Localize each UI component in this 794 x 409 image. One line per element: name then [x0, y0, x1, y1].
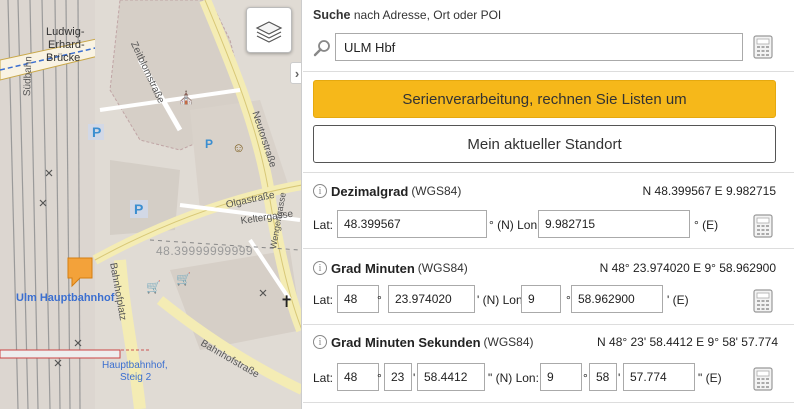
shop-icon: 🛒 — [146, 280, 161, 294]
dms-lon-min-input[interactable] — [589, 363, 617, 391]
map-view[interactable]: Ludwig- Erhard- Brücke Südbahn Zeitbloms… — [0, 0, 302, 409]
dms-lat-min-input[interactable] — [384, 363, 412, 391]
divider — [303, 172, 794, 173]
map-coordinate-readout: 48.39999999999 — [156, 244, 254, 258]
layers-icon — [255, 21, 283, 43]
search-input[interactable] — [335, 33, 743, 61]
layers-button[interactable] — [246, 7, 292, 53]
divider — [303, 324, 794, 325]
dms-lon-sec-input[interactable] — [623, 363, 695, 391]
min-sign: ' — [618, 371, 621, 385]
dm-section-header: i Grad Minuten (WGS84) — [313, 259, 468, 277]
search-title: Suche nach Adresse, Ort oder POI — [313, 8, 501, 22]
map-label-station[interactable]: Ulm Hauptbahnhof — [16, 292, 114, 304]
search-icon — [313, 40, 330, 57]
lat-label: Lat: — [313, 218, 334, 232]
dms-lon-suffix: " (E) — [698, 371, 722, 385]
deg-sign: ° — [583, 371, 588, 385]
divider — [303, 71, 794, 72]
calculator-icon[interactable] — [753, 35, 773, 59]
calculator-icon[interactable] — [753, 214, 773, 238]
decimal-ref: (WGS84) — [411, 184, 462, 198]
dms-title: Grad Minuten Sekunden — [331, 334, 481, 350]
search-title-rest: nach Adresse, Ort oder POI — [350, 8, 502, 22]
dm-lon-min-input[interactable] — [571, 285, 663, 313]
info-icon[interactable]: i — [313, 261, 327, 275]
search-row — [313, 33, 781, 63]
dm-ref: (WGS84) — [417, 261, 468, 275]
map-label-bridge-3: Brücke — [46, 52, 81, 64]
dms-lat-deg-input[interactable] — [337, 363, 379, 391]
search-title-bold: Suche — [313, 8, 351, 22]
map-label-rail: Südbahn — [22, 55, 35, 97]
dm-title: Grad Minuten — [331, 260, 415, 276]
divider — [303, 402, 794, 403]
deg-sign: ° — [377, 293, 382, 307]
dm-lon-suffix: ' (E) — [667, 293, 689, 307]
dms-ref: (WGS84) — [483, 335, 534, 349]
dm-row: Lat: ° ' (N) Lon: ° ' (E) — [313, 285, 783, 315]
dm-lon-deg-input[interactable] — [521, 285, 561, 313]
calculator-icon[interactable] — [753, 289, 773, 313]
decimal-row: Lat: ° (N) Lon: ° (E) — [313, 210, 783, 240]
batch-processing-button[interactable]: Serienverarbeitung, rechnen Sie Listen u… — [313, 80, 776, 118]
decimal-section-header: i Dezimalgrad (WGS84) — [313, 182, 461, 200]
map-label-stop-2: Steig 2 — [120, 372, 152, 383]
map-label-bridge-2: Erhard- — [48, 39, 85, 51]
decimal-lon-suffix: ° (E) — [694, 218, 719, 232]
lat-label: Lat: — [313, 293, 334, 307]
calculator-icon[interactable] — [753, 367, 773, 391]
info-icon[interactable]: i — [313, 335, 327, 349]
dms-lat-sec-input[interactable] — [417, 363, 485, 391]
museum-icon: ⛪ — [178, 90, 195, 105]
church-icon: ✝ — [280, 294, 294, 311]
dms-summary: N 48° 23' 58.4412 E 9° 58' 57.774 — [597, 335, 778, 349]
decimal-title: Dezimalgrad — [331, 183, 409, 199]
dm-lat-suffix: ' (N) Lon: — [477, 293, 526, 307]
collapse-panel-button[interactable]: › — [290, 62, 301, 84]
parking-icon: P — [134, 201, 144, 217]
parking-icon: P — [92, 124, 102, 140]
min-sign: ' — [413, 371, 416, 385]
decimal-summary: N 48.399567 E 9.982715 — [642, 184, 776, 198]
info-icon[interactable]: i — [313, 184, 327, 198]
decimal-lat-suffix: ° (N) Lon: — [489, 218, 541, 232]
parking-icon: P — [205, 137, 214, 151]
decimal-lon-input[interactable] — [538, 210, 690, 238]
deg-sign: ° — [377, 371, 382, 385]
map-label-bridge-1: Ludwig- — [46, 26, 85, 38]
dm-lat-deg-input[interactable] — [337, 285, 379, 313]
dm-summary: N 48° 23.974020 E 9° 58.962900 — [599, 261, 776, 275]
dms-lat-suffix: " (N) Lon: — [488, 371, 539, 385]
decimal-lat-input[interactable] — [337, 210, 487, 238]
dm-lat-min-input[interactable] — [388, 285, 475, 313]
current-location-button[interactable]: Mein aktueller Standort — [313, 125, 776, 163]
map-label-stop-1: Hauptbahnhof, — [102, 360, 168, 371]
lat-label: Lat: — [313, 371, 334, 385]
theatre-icon: ☺ — [232, 140, 246, 155]
dms-section-header: i Grad Minuten Sekunden (WGS84) — [313, 333, 534, 351]
divider — [303, 248, 794, 249]
converter-panel: Suche nach Adresse, Ort oder POI Serienv… — [303, 0, 794, 409]
shop-icon: 🛒 — [176, 272, 191, 286]
dms-lon-deg-input[interactable] — [540, 363, 582, 391]
dms-row: Lat: ° ' " (N) Lon: ° ' " (E) — [313, 363, 783, 393]
